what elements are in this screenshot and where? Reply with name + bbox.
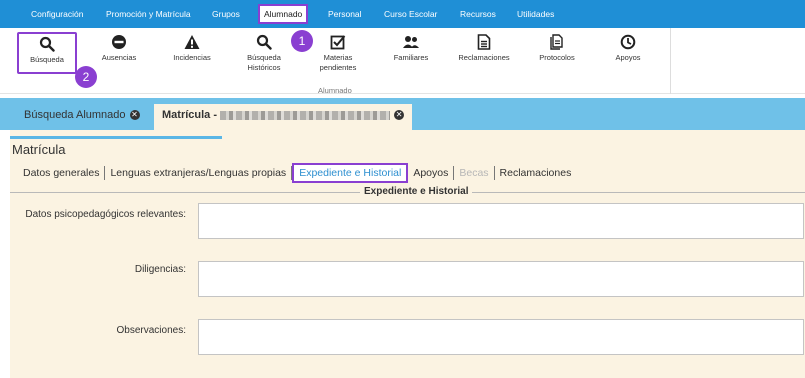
tab-busqueda-alumnado[interactable]: Búsqueda Alumnado ✕ — [16, 104, 148, 130]
subtab-reclamaciones[interactable]: Reclamaciones — [495, 166, 577, 180]
menu-curso-escolar[interactable]: Curso Escolar — [384, 6, 437, 22]
toolbar-group-label: Alumnado — [318, 86, 352, 95]
tab-label: Matrícula - — [162, 109, 218, 121]
warning-icon — [184, 35, 200, 49]
close-icon[interactable]: ✕ — [129, 110, 140, 121]
subtab-lenguas[interactable]: Lenguas extranjeras/Lenguas propias — [105, 166, 293, 180]
tab-label: Búsqueda Alumnado — [24, 109, 126, 121]
step-badge-2: 2 — [75, 66, 97, 88]
checkbox-icon — [330, 35, 346, 50]
loading-bar — [10, 136, 222, 139]
menu-utilidades[interactable]: Utilidades — [517, 6, 554, 22]
tool-reclamaciones[interactable]: Reclamaciones — [454, 32, 514, 63]
menu-configuracion[interactable]: Configuración — [31, 6, 83, 22]
label-observaciones: Observaciones: — [116, 325, 186, 336]
matricula-panel: Matrícula Datos generales Lenguas extranj… — [10, 130, 805, 378]
tool-ausencias[interactable]: Ausencias — [89, 32, 149, 63]
step-badge-1: 1 — [291, 30, 313, 52]
menu-promocion-matricula[interactable]: Promoción y Matrícula — [106, 6, 191, 22]
tool-apoyos[interactable]: Apoyos — [598, 32, 658, 63]
tool-label: Reclamaciones — [458, 53, 510, 62]
tool-label: Incidencias — [173, 53, 211, 62]
tool-label: Familiares — [393, 53, 429, 62]
document-tab-strip: Búsqueda Alumnado ✕ Matrícula - ✕ — [0, 98, 805, 130]
tool-busqueda-historicos[interactable]: Búsqueda Históricos — [234, 32, 294, 73]
diligencias-field[interactable] — [198, 261, 804, 297]
document-stack-icon — [550, 34, 563, 50]
subtab-apoyos[interactable]: Apoyos — [408, 166, 455, 180]
datos-psicopedagogicos-field[interactable] — [198, 203, 804, 239]
tool-protocolos[interactable]: Protocolos — [527, 32, 587, 63]
clock-icon — [620, 34, 636, 50]
menu-personal[interactable]: Personal — [328, 6, 362, 22]
label-datos-psicopedagogicos: Datos psicopedagógicos relevantes: — [25, 209, 186, 220]
label-diligencias: Diligencias: — [134, 264, 186, 275]
tool-label: Búsqueda — [30, 55, 64, 64]
observaciones-field[interactable] — [198, 319, 804, 355]
toolbar: Búsqueda Ausencias Incidencias Búsqueda … — [0, 28, 805, 95]
close-icon[interactable]: ✕ — [394, 110, 405, 121]
tool-materias-pendientes[interactable]: Materias pendientes — [308, 32, 368, 73]
tool-label: Apoyos — [615, 53, 641, 62]
subtab-becas: Becas — [454, 166, 495, 180]
menu-grupos[interactable]: Grupos — [212, 6, 240, 22]
tool-incidencias[interactable]: Incidencias — [162, 32, 222, 63]
expediente-fieldset: Expediente e Historial Datos psicopedagó… — [10, 186, 805, 378]
minus-circle-icon — [112, 35, 126, 49]
tool-label: Materias pendientes — [319, 53, 357, 72]
subtab-bar: Datos generales Lenguas extranjeras/Lengu… — [18, 163, 577, 183]
page-title: Matrícula — [12, 142, 66, 157]
tool-label: Protocolos — [539, 53, 575, 62]
search-icon — [39, 36, 55, 52]
menu-alumnado[interactable]: Alumnado — [258, 4, 309, 24]
subtab-datos-generales[interactable]: Datos generales — [18, 166, 106, 180]
document-icon — [477, 34, 491, 50]
toolbar-divider — [670, 28, 671, 94]
menu-recursos[interactable]: Recursos — [460, 6, 496, 22]
tab-matricula[interactable]: Matrícula - ✕ — [154, 104, 413, 130]
tool-label: Búsqueda Históricos — [247, 53, 281, 72]
tool-label: Ausencias — [101, 53, 137, 62]
tool-familiares[interactable]: Familiares — [381, 32, 441, 63]
search-icon — [256, 34, 272, 50]
redacted-student-name — [220, 110, 391, 120]
users-icon — [403, 36, 419, 48]
top-menu-bar: Configuración Promoción y Matrícula Grup… — [0, 0, 805, 28]
tool-busqueda[interactable]: Búsqueda — [17, 32, 77, 74]
subtab-expediente-historial[interactable]: Expediente e Historial — [292, 163, 409, 183]
fieldset-legend: Expediente e Historial — [360, 186, 473, 197]
